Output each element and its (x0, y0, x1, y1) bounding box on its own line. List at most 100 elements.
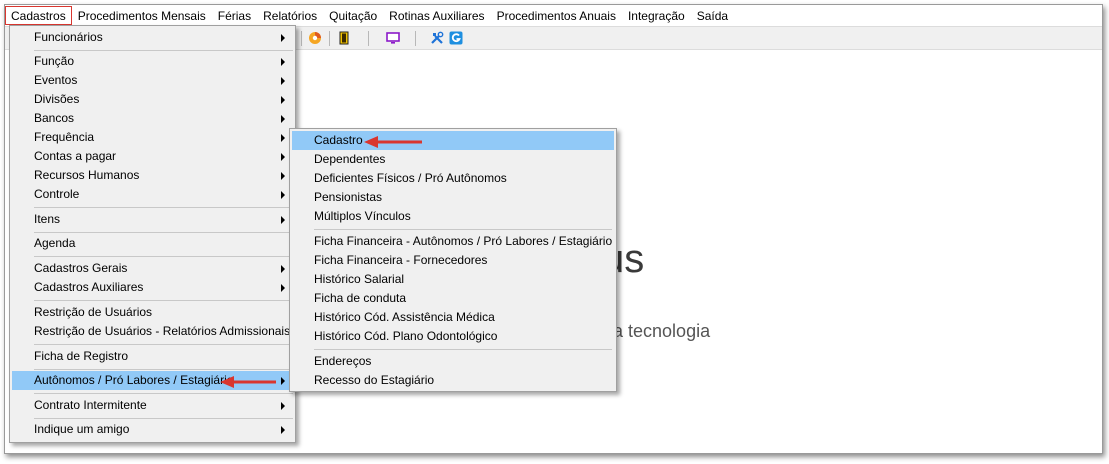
menu-separator (34, 232, 293, 233)
annotation-arrow-icon (364, 136, 422, 148)
submenu-item-multiplos-vinculos[interactable]: Múltiplos Vínculos (292, 207, 614, 226)
menu-item-ficha-de-registro[interactable]: Ficha de Registro (12, 347, 293, 366)
menu-item-restricao-relatorios-admissionais[interactable]: Restrição de Usuários - Relatórios Admis… (12, 322, 293, 341)
menu-item-funcionarios[interactable]: Funcionários (12, 28, 293, 47)
menu-item-cadastros-gerais[interactable]: Cadastros Gerais (12, 259, 293, 278)
submenu-arrow-icon (281, 265, 285, 273)
submenu-item-dependentes[interactable]: Dependentes (292, 150, 614, 169)
menu-separator (34, 369, 293, 370)
menu-item-frequencia[interactable]: Frequência (12, 128, 293, 147)
menu-relatorios[interactable]: Relatórios (257, 6, 323, 25)
menu-ferias[interactable]: Férias (212, 6, 257, 25)
menu-item-bancos[interactable]: Bancos (12, 109, 293, 128)
submenu-item-historico-salarial[interactable]: Histórico Salarial (292, 270, 614, 289)
submenu-arrow-icon (281, 58, 285, 66)
menu-item-indique-um-amigo[interactable]: Indique um amigo (12, 420, 293, 439)
cadastros-dropdown-menu: Funcionários Função Eventos Divisões Ban… (9, 25, 296, 443)
menu-item-cadastros-auxiliares[interactable]: Cadastros Auxiliares (12, 278, 293, 297)
submenu-arrow-icon (281, 377, 285, 385)
submenu-item-historico-assistencia-medica[interactable]: Histórico Cód. Assistência Médica (292, 308, 614, 327)
application-window: Cadastros Procedimentos Mensais Férias R… (4, 4, 1103, 454)
menu-rotinas-auxiliares[interactable]: Rotinas Auxiliares (383, 6, 490, 25)
menu-separator (34, 393, 293, 394)
submenu-arrow-icon (281, 77, 285, 85)
menu-item-itens[interactable]: Itens (12, 210, 293, 229)
submenu-item-historico-plano-odontologico[interactable]: Histórico Cód. Plano Odontológico (292, 327, 614, 346)
background-text-line: da tecnologia (603, 321, 711, 341)
toolbar-separator (368, 31, 369, 46)
menu-procedimentos-anuais[interactable]: Procedimentos Anuais (491, 6, 622, 25)
menu-item-recursos-humanos[interactable]: Recursos Humanos (12, 166, 293, 185)
menu-item-controle[interactable]: Controle (12, 185, 293, 204)
menu-item-label: Ficha de conduta (314, 291, 407, 305)
tools-icon[interactable] (430, 31, 444, 45)
submenu-item-ficha-de-conduta[interactable]: Ficha de conduta (292, 289, 614, 308)
menu-procedimentos-mensais[interactable]: Procedimentos Mensais (72, 6, 212, 25)
menu-item-label: Bancos (34, 111, 75, 125)
menu-separator (34, 344, 293, 345)
menu-item-label: Ficha Financeira - Autônomos / Pró Labor… (314, 234, 613, 248)
submenu-item-enderecos[interactable]: Endereços (292, 352, 614, 371)
menu-item-label: Ficha de Registro (34, 349, 129, 363)
menu-item-label: Restrição de Usuários (34, 305, 153, 319)
menu-cadastros[interactable]: Cadastros (5, 6, 72, 25)
menu-separator (34, 207, 293, 208)
autonomos-submenu: Cadastro Dependentes Deficientes Físicos… (289, 128, 617, 392)
toolbar-separator (415, 31, 416, 46)
menu-item-label: Função (34, 54, 75, 68)
submenu-arrow-icon (281, 426, 285, 434)
app-g-icon[interactable] (449, 31, 463, 45)
submenu-item-ficha-financeira-fornecedores[interactable]: Ficha Financeira - Fornecedores (292, 251, 614, 270)
menu-item-restricao-de-usuarios[interactable]: Restrição de Usuários (12, 303, 293, 322)
menu-saida[interactable]: Saída (691, 6, 734, 25)
submenu-item-deficientes-fisicos[interactable]: Deficientes Físicos / Pró Autônomos (292, 169, 614, 188)
annotation-arrow-icon (220, 376, 276, 388)
submenu-arrow-icon (281, 191, 285, 199)
menu-item-label: Recesso do Estagiário (314, 373, 435, 387)
menu-item-label: Múltiplos Vínculos (314, 209, 411, 223)
door-exit-icon[interactable] (337, 31, 351, 45)
menu-item-contas-a-pagar[interactable]: Contas a pagar (12, 147, 293, 166)
menu-separator (314, 229, 612, 230)
menu-item-label: Controle (34, 187, 80, 201)
submenu-item-pensionistas[interactable]: Pensionistas (292, 188, 614, 207)
submenu-arrow-icon (281, 402, 285, 410)
menu-item-funcao[interactable]: Função (12, 52, 293, 71)
menu-item-label: Frequência (34, 130, 95, 144)
menu-separator (34, 50, 293, 51)
menu-item-eventos[interactable]: Eventos (12, 71, 293, 90)
menu-item-label: Autônomos / Pró Labores / Estagiário (34, 373, 234, 387)
menu-item-divisoes[interactable]: Divisões (12, 90, 293, 109)
menu-separator (314, 349, 612, 350)
submenu-arrow-icon (281, 34, 285, 42)
submenu-arrow-icon (281, 284, 285, 292)
menu-item-label: Recursos Humanos (34, 168, 140, 182)
toolbar-separator (301, 31, 302, 46)
submenu-item-recesso-do-estagiario[interactable]: Recesso do Estagiário (292, 371, 614, 390)
menu-integracao[interactable]: Integração (622, 6, 691, 25)
menu-item-label: Cadastro (314, 133, 363, 147)
menu-item-label: Contrato Intermitente (34, 398, 147, 412)
submenu-arrow-icon (281, 96, 285, 104)
menu-item-label: Histórico Cód. Plano Odontológico (314, 329, 498, 343)
menu-item-label: Contas a pagar (34, 149, 117, 163)
monitor-icon[interactable] (386, 31, 400, 45)
pie-chart-icon[interactable] (308, 31, 322, 45)
menu-item-label: Deficientes Físicos / Pró Autônomos (314, 171, 507, 185)
submenu-item-cadastro[interactable]: Cadastro (292, 131, 614, 150)
submenu-arrow-icon (281, 216, 285, 224)
submenu-arrow-icon (281, 172, 285, 180)
menu-item-label: Cadastros Gerais (34, 261, 128, 275)
menu-bar: Cadastros Procedimentos Mensais Férias R… (5, 5, 1102, 26)
menu-item-label: Divisões (34, 92, 80, 106)
menu-item-label: Itens (34, 212, 61, 226)
menu-item-label: Eventos (34, 73, 78, 87)
submenu-arrow-icon (281, 134, 285, 142)
menu-quitacao[interactable]: Quitação (323, 6, 383, 25)
submenu-arrow-icon (281, 115, 285, 123)
menu-item-label: Endereços (314, 354, 372, 368)
menu-item-label: Agenda (34, 236, 76, 250)
menu-item-agenda[interactable]: Agenda (12, 234, 293, 253)
submenu-item-ficha-financeira-autonomos[interactable]: Ficha Financeira - Autônomos / Pró Labor… (292, 232, 614, 251)
menu-item-contrato-intermitente[interactable]: Contrato Intermitente (12, 396, 293, 415)
